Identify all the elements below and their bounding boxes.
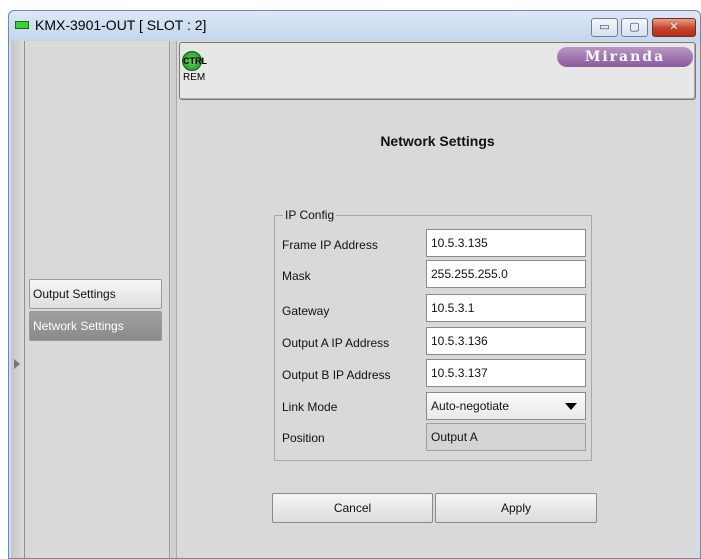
ctrl-status-icon[interactable]: CTRL [182, 51, 207, 71]
apply-button[interactable]: Apply [435, 493, 597, 523]
expand-arrow-icon[interactable] [14, 359, 20, 369]
ip-config-group: IP Config Frame IP Address 10.5.3.135 Ma… [274, 208, 592, 461]
sidebar-item-output-settings[interactable]: Output Settings [29, 279, 162, 309]
page-title: Network Settings [380, 133, 495, 149]
mask-input[interactable]: 255.255.255.0 [426, 260, 586, 288]
chevron-down-icon[interactable] [565, 403, 577, 410]
title-bar[interactable]: KMX-3901-OUT [ SLOT : 2] ▭ ▢ ✕ [9, 11, 700, 41]
maximize-icon: ▢ [629, 21, 640, 33]
link-mode-value: Auto-negotiate [431, 399, 510, 413]
gateway-label: Gateway [282, 304, 330, 318]
cancel-button[interactable]: Cancel [272, 493, 433, 523]
output-a-ip-label: Output A IP Address [282, 336, 390, 350]
app-window: KMX-3901-OUT [ SLOT : 2] ▭ ▢ ✕ Output Se… [8, 10, 701, 559]
link-mode-select[interactable]: Auto-negotiate [426, 392, 586, 420]
output-b-ip-label: Output B IP Address [282, 368, 391, 382]
link-mode-label: Link Mode [282, 400, 338, 414]
gateway-input[interactable]: 10.5.3.1 [426, 294, 586, 322]
position-label: Position [282, 431, 325, 445]
miranda-logo: Miranda [557, 47, 693, 67]
close-button[interactable]: ✕ [652, 18, 696, 37]
window-title: KMX-3901-OUT [ SLOT : 2] [35, 17, 207, 33]
device-toolbar: CTRL REM Miranda [179, 42, 696, 100]
maximize-button[interactable]: ▢ [621, 18, 648, 37]
main-panel: CTRL REM Miranda Network Settings IP Con… [179, 41, 698, 558]
frame-ip-input[interactable]: 10.5.3.135 [426, 229, 586, 257]
panel-splitter[interactable] [171, 41, 177, 558]
window-content: Output Settings Network Settings CTRL RE… [11, 41, 698, 558]
close-icon: ✕ [669, 21, 679, 33]
output-b-ip-input[interactable]: 10.5.3.137 [426, 359, 586, 387]
position-value: Output A [426, 423, 586, 451]
output-a-ip-input[interactable]: 10.5.3.136 [426, 327, 586, 355]
app-status-icon [15, 21, 29, 29]
minimize-button[interactable]: ▭ [591, 18, 618, 37]
sidebar: Output Settings Network Settings [27, 41, 170, 558]
sidebar-item-network-settings[interactable]: Network Settings [29, 311, 162, 341]
group-label: IP Config [283, 208, 337, 222]
frame-ip-label: Frame IP Address [282, 238, 378, 252]
minimize-icon: ▭ [599, 21, 610, 33]
sidebar-collapse-strip[interactable] [11, 41, 25, 558]
mask-label: Mask [282, 269, 311, 283]
rem-label: REM [183, 72, 206, 83]
